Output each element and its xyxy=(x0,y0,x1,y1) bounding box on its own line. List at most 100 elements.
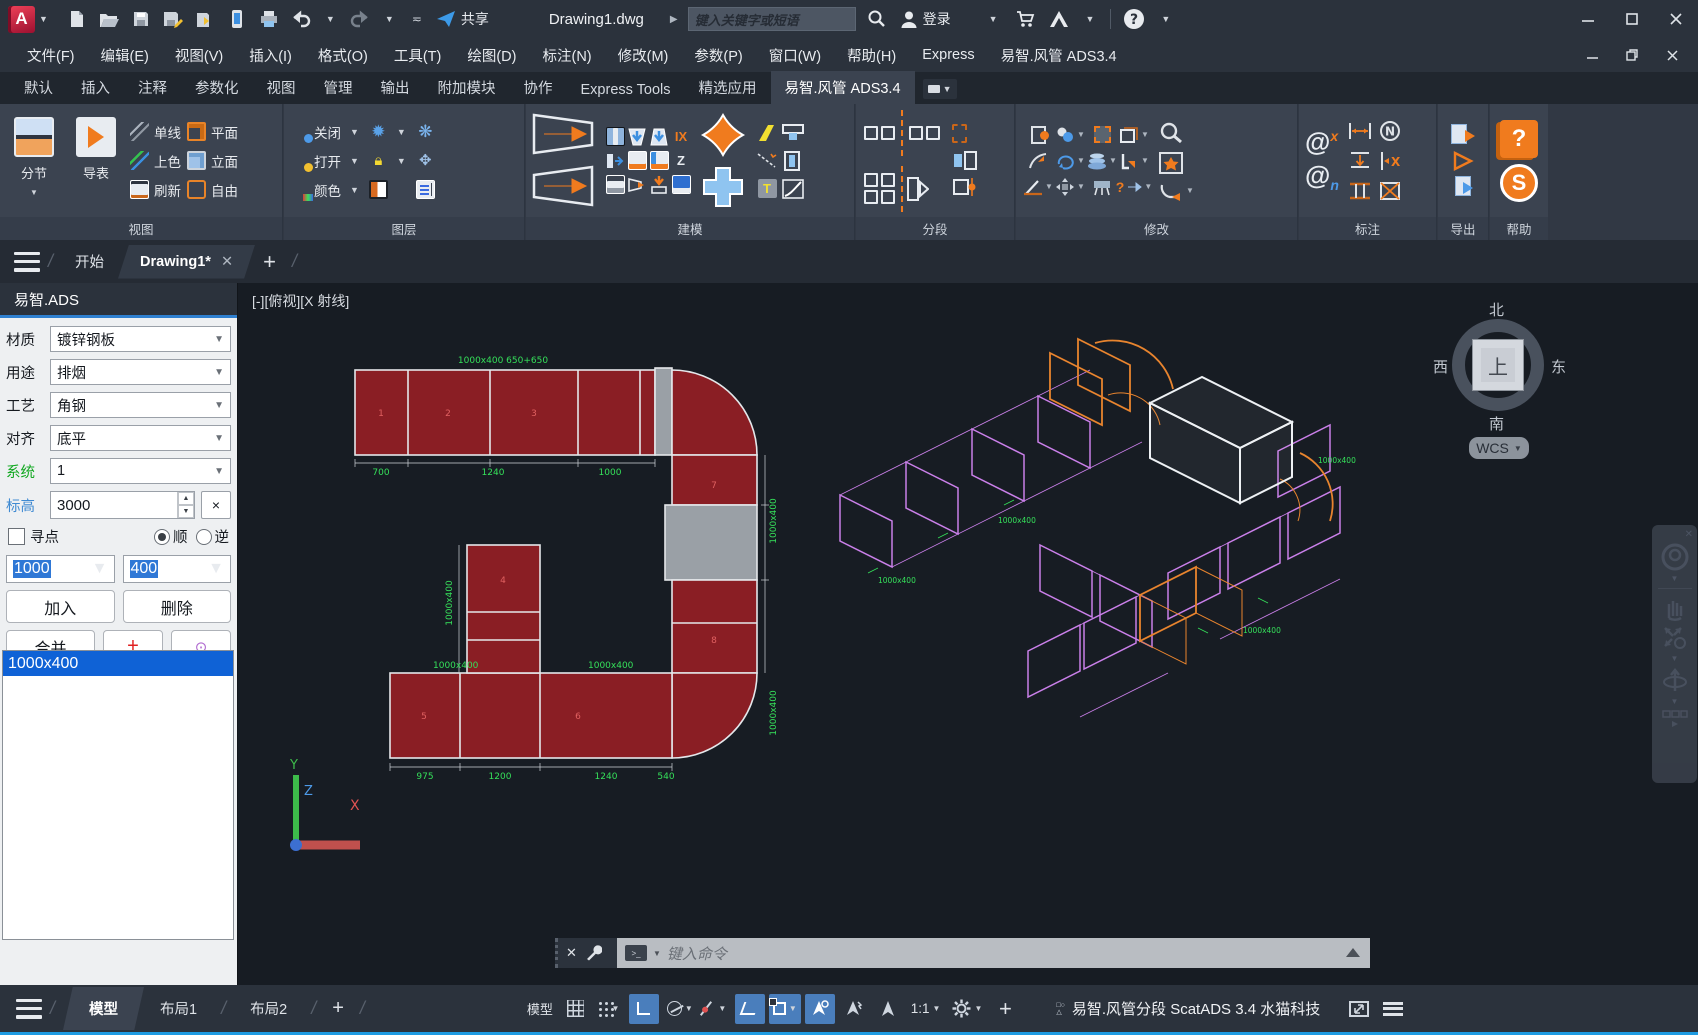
model-tab[interactable]: 模型 xyxy=(63,987,144,1030)
fitting-tee2-icon[interactable] xyxy=(650,151,669,170)
isometric-toggle[interactable]: ▼ xyxy=(701,994,731,1024)
help-s-logo-button[interactable]: S xyxy=(1500,164,1538,202)
drawing-tab-close-icon[interactable]: ✕ xyxy=(221,254,233,270)
ribbon-tab-annotate[interactable]: 注释 xyxy=(124,71,181,104)
export-play-button[interactable] xyxy=(1451,150,1475,172)
damper-icon[interactable] xyxy=(781,150,805,172)
elevation-spinner[interactable]: ▲▼ xyxy=(177,492,194,518)
viewcube-south[interactable]: 南 xyxy=(1489,413,1504,434)
height-combobox[interactable]: 400▼ xyxy=(123,555,232,583)
menu-file[interactable]: 文件(F) xyxy=(14,38,88,72)
cross-fitting-icon[interactable] xyxy=(700,112,746,158)
hood-icon[interactable] xyxy=(781,122,805,144)
material-select[interactable]: 镀锌钢板▼ xyxy=(50,326,231,352)
command-history-icon[interactable] xyxy=(1346,948,1360,957)
drawing-canvas[interactable]: [-][俯视][X 射线] xyxy=(238,283,1698,985)
layer-on-button[interactable]: 打开▼ xyxy=(290,149,363,173)
segment-split-button[interactable] xyxy=(862,110,942,156)
segment-box-icon[interactable] xyxy=(952,124,967,143)
modify-zoom-icon[interactable] xyxy=(1158,121,1184,145)
system-select[interactable]: 1▼ xyxy=(50,458,231,484)
free-view-button[interactable]: 自由 xyxy=(187,178,238,202)
menu-edit[interactable]: 编辑(E) xyxy=(88,38,162,72)
menu-insert[interactable]: 插入(I) xyxy=(236,38,305,72)
fitting-reducer-icon[interactable] xyxy=(627,127,647,147)
seek-point-checkbox[interactable] xyxy=(8,528,25,545)
navbar-close-icon[interactable]: ✕ xyxy=(1685,529,1693,540)
command-line-bar[interactable]: ✕ >_ ▼ 键入命令 xyxy=(555,938,1370,968)
dim-crossbox-icon[interactable] xyxy=(1378,181,1402,201)
command-close-icon[interactable]: ✕ xyxy=(566,945,577,961)
ribbon-display-toggle[interactable]: ▼ xyxy=(923,79,957,99)
window-maximize-button[interactable] xyxy=(1610,0,1654,38)
command-caret-icon[interactable]: ▼ xyxy=(653,949,661,958)
menu-express[interactable]: Express xyxy=(909,38,987,72)
fitting-offset-icon[interactable] xyxy=(649,127,669,147)
cart-icon[interactable] xyxy=(1014,8,1036,30)
command-prompt-icon[interactable]: >_ xyxy=(625,945,647,961)
print-icon[interactable] xyxy=(258,8,280,30)
open-file-icon[interactable] xyxy=(98,8,120,30)
view-cube[interactable]: 上 北 南 西 东 WCS▼ xyxy=(1443,301,1553,451)
fitting-straight-icon[interactable] xyxy=(606,127,625,146)
command-input[interactable]: >_ ▼ 键入命令 xyxy=(617,938,1370,968)
duct-draw2-button[interactable] xyxy=(532,165,596,209)
layer-off-caret-icon[interactable]: ▼ xyxy=(350,127,359,137)
app-logo[interactable]: A xyxy=(8,6,35,33)
help-icon[interactable]: ? xyxy=(1123,8,1145,30)
doc-minimize-button[interactable] xyxy=(1572,40,1612,70)
snap-toggle[interactable]: ▼ xyxy=(595,994,625,1024)
ribbon-tab-manage[interactable]: 管理 xyxy=(310,71,367,104)
dim-section-icon[interactable] xyxy=(1348,181,1372,201)
layer-on-caret-icon[interactable]: ▼ xyxy=(350,156,359,166)
qat-customize-icon[interactable]: ≂ xyxy=(412,12,422,26)
fitting-taper-icon[interactable] xyxy=(627,175,647,195)
modify-rotate-button[interactable]: ▼ xyxy=(1055,152,1085,170)
viewcube-north[interactable]: 北 xyxy=(1489,299,1504,320)
ribbon-tab-featured-apps[interactable]: 精选应用 xyxy=(685,71,771,104)
orbit-icon[interactable] xyxy=(1661,665,1689,695)
align-select[interactable]: 底平▼ xyxy=(50,425,231,451)
ribbon-tab-express-tools[interactable]: Express Tools xyxy=(567,76,685,104)
segment-pair-icon[interactable] xyxy=(952,150,978,170)
command-wrench-icon[interactable] xyxy=(585,945,602,962)
search-expand-icon[interactable]: ▶ xyxy=(670,14,678,25)
refresh-button[interactable]: 刷新 xyxy=(130,178,181,202)
clockwise-radio[interactable]: 顺 xyxy=(154,526,188,547)
ribbon-tab-default[interactable]: 默认 xyxy=(10,71,67,104)
menu-tools[interactable]: 工具(T) xyxy=(381,38,455,72)
drawing-tab[interactable]: Drawing1* ✕ xyxy=(118,245,255,279)
layout2-tab[interactable]: 布局2 xyxy=(234,988,303,1029)
modify-frame-button[interactable] xyxy=(1094,126,1111,143)
elevation-clear-button[interactable]: × xyxy=(201,491,231,519)
elevation-view-button[interactable]: 立面 xyxy=(187,149,238,173)
plus-fitting-icon[interactable] xyxy=(700,164,746,210)
login-caret-icon[interactable]: ▼ xyxy=(989,14,998,24)
viewcube-east[interactable]: 东 xyxy=(1551,356,1566,377)
search-icon[interactable] xyxy=(866,8,888,30)
export-table-button[interactable]: 导表 xyxy=(68,109,124,213)
object-snap-toggle[interactable]: ▼ xyxy=(769,994,801,1024)
modify-query-button[interactable]: ?▼ xyxy=(1116,179,1152,195)
modify-match-button[interactable]: ▼ xyxy=(1055,126,1085,144)
status-customize-button[interactable] xyxy=(1378,994,1408,1024)
duct-draw-button[interactable] xyxy=(532,113,596,157)
layer-freeze-icon[interactable]: ❋ xyxy=(416,122,435,141)
undo-icon[interactable] xyxy=(290,8,312,30)
modify-slope-button[interactable]: ▼ xyxy=(1023,178,1053,196)
process-select[interactable]: 角钢▼ xyxy=(50,392,231,418)
new-file-icon[interactable] xyxy=(66,8,88,30)
fitting-z-icon[interactable]: Z xyxy=(672,151,691,170)
dim-spiral-n-button[interactable]: @n xyxy=(1305,160,1339,200)
ortho-toggle[interactable] xyxy=(629,994,659,1024)
layer-manager-icon[interactable] xyxy=(416,180,435,199)
autosnap-marker-toggle[interactable] xyxy=(805,994,835,1024)
viewcube-top-face[interactable]: 上 xyxy=(1472,339,1524,391)
gizmo-toggle[interactable] xyxy=(873,994,903,1024)
dim-coord-icon[interactable]: X xyxy=(1378,150,1402,172)
polar-tracking-toggle[interactable]: ▼ xyxy=(663,994,697,1024)
tee-yellow-icon[interactable]: T xyxy=(758,179,777,198)
window-minimize-button[interactable] xyxy=(1566,0,1610,38)
fitting-tee-icon[interactable] xyxy=(628,151,647,170)
layer-thaw-icon[interactable]: ✹ xyxy=(369,122,388,141)
